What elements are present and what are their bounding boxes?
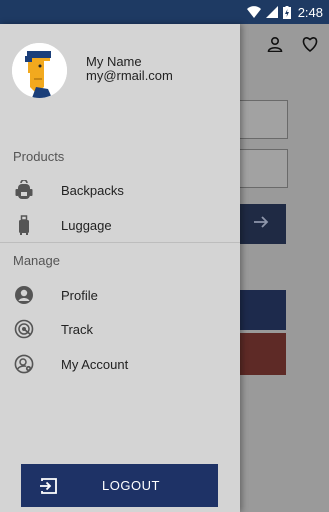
- drawer-item-label: Track: [61, 321, 94, 337]
- drawer-item-label: Luggage: [61, 217, 112, 233]
- drawer-item-label: My Account: [61, 356, 129, 372]
- drawer-item-my-account[interactable]: My Account: [0, 347, 240, 381]
- section-header-manage: Manage: [13, 253, 60, 268]
- status-time: 2:48: [297, 4, 323, 20]
- user-name: My Name: [86, 54, 142, 69]
- status-icons: 2:48: [246, 0, 323, 24]
- arrow-right-icon: [253, 215, 269, 233]
- logout-button[interactable]: LOGOUT: [21, 464, 218, 507]
- exit-icon: [38, 475, 60, 497]
- battery-charging-icon: [282, 5, 291, 19]
- app-toolbar-icons: [267, 36, 319, 57]
- user-email: my@rmail.com: [86, 68, 173, 83]
- logout-label: LOGOUT: [102, 478, 160, 493]
- background-red-button: [236, 333, 286, 375]
- background-input-2: [236, 149, 288, 188]
- drawer-item-track[interactable]: Track: [0, 312, 240, 346]
- cellular-signal-icon: [265, 6, 278, 18]
- track-radar-icon: [13, 318, 35, 340]
- background-blue-button: [236, 290, 286, 330]
- avatar-illustration: [12, 43, 67, 98]
- wifi-icon: [246, 6, 261, 18]
- background-input-1: [236, 100, 288, 139]
- drawer-item-label: Profile: [61, 287, 98, 303]
- backpack-icon: [13, 179, 35, 201]
- avatar[interactable]: [12, 43, 67, 98]
- section-divider: [0, 242, 240, 243]
- drawer-item-backpacks[interactable]: Backpacks: [0, 173, 240, 207]
- luggage-icon: [13, 214, 35, 236]
- account-circle-icon: [13, 284, 35, 306]
- manage-account-icon: [13, 353, 35, 375]
- drawer-item-profile[interactable]: Profile: [0, 278, 240, 312]
- section-header-products: Products: [13, 149, 65, 164]
- drawer-item-label: Backpacks: [61, 182, 124, 198]
- heart-icon[interactable]: [301, 36, 319, 57]
- background-arrow-button: [236, 204, 286, 244]
- status-bar: 2:48: [0, 0, 329, 24]
- navigation-drawer: My Name my@rmail.com Products Backpacks …: [0, 24, 240, 512]
- drawer-item-luggage[interactable]: Luggage: [0, 208, 240, 242]
- person-icon[interactable]: [267, 36, 283, 57]
